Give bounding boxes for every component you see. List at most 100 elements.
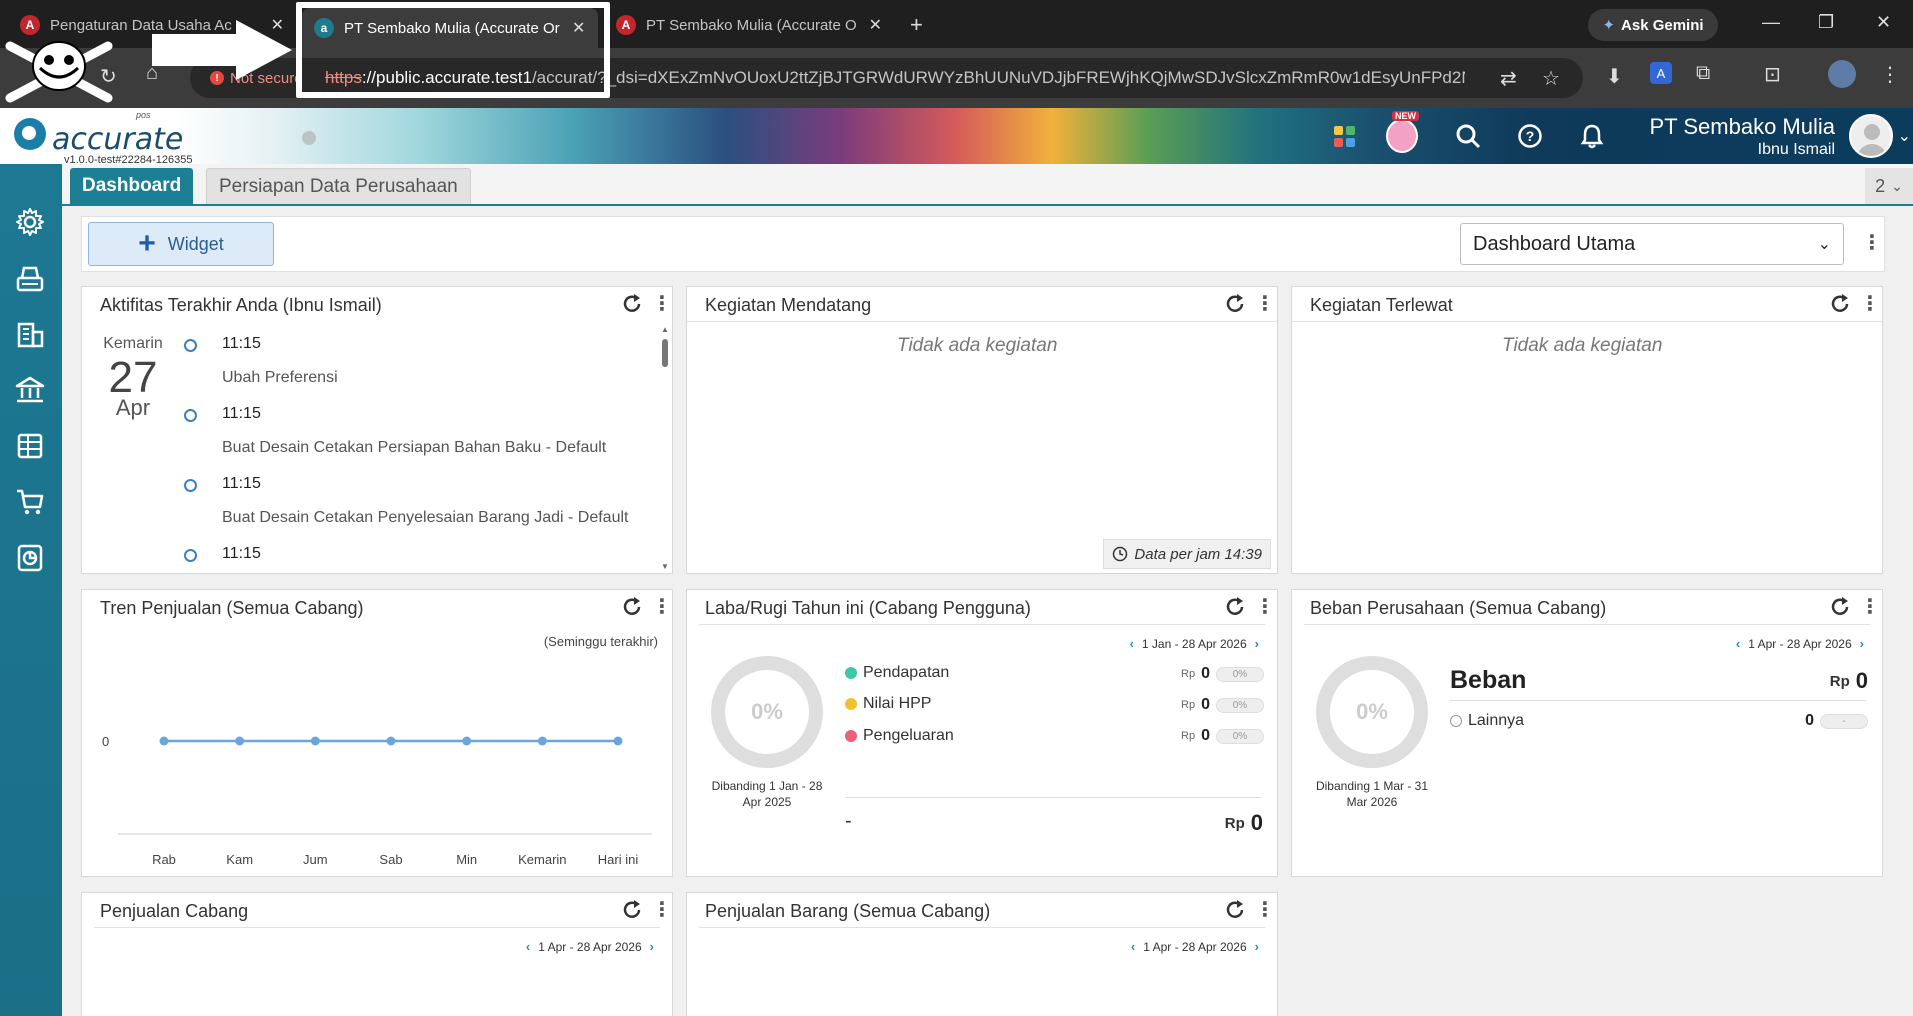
branch-sales-widget: Penjualan Cabang ⋮ ‹ 1 Apr - 28 Apr 2026… [81,892,673,1016]
sales-trend-chart: 0 Rab Kam Jum Sab Min Kemarin Hari ini [102,734,652,867]
refresh-icon[interactable] [1829,596,1851,618]
scroll-up-icon[interactable]: ▲ [661,325,669,334]
widget-menu-icon[interactable]: ⋮ [1255,897,1275,922]
legend-label: Pendapatan [863,664,950,681]
company-info[interactable]: PT Sembako Mulia Ibnu Ismail [1650,114,1835,159]
logo-mark-icon [14,118,46,150]
legend-lainnya: Lainnya [1450,712,1524,730]
restore-icon[interactable]: ❐ [1818,12,1834,33]
new-tab-button[interactable]: + [910,12,923,38]
ask-gemini-button[interactable]: ✦ Ask Gemini [1588,9,1718,41]
timeline-dot [184,549,197,562]
date-range: 1 Jan - 28 Apr 2026 [1141,636,1247,651]
company-name: PT Sembako Mulia [1649,114,1835,139]
browser-menu-icon[interactable]: ⋮ [1880,62,1900,87]
refresh-icon[interactable] [1224,596,1246,618]
x-tick-label: Hari ini [598,852,639,867]
add-widget-button[interactable]: + Widget [88,222,274,266]
bookmark-star-icon[interactable]: ☆ [1542,66,1560,91]
scroll-down-icon[interactable]: ▼ [661,562,669,571]
bank-icon[interactable] [12,372,48,408]
widget-menu-icon[interactable]: ⋮ [1255,291,1275,316]
widget-menu-icon[interactable]: ⋮ [1860,594,1880,619]
expenses-donut: 0% [1316,656,1428,768]
data-point [386,736,396,746]
x-tick-label: Jum [303,852,328,867]
profile-avatar[interactable] [1828,60,1856,88]
scroll-thumb[interactable] [662,339,668,367]
skull-crossbones-icon [5,41,113,103]
date-range-nav: ‹ 1 Jan - 28 Apr 2026 › [1130,636,1259,651]
tab-dashboard[interactable]: Dashboard [70,168,194,204]
tab-persiapan-data-perusahaan[interactable]: Persiapan Data Perusahaan [206,168,471,204]
widget-title: Laba/Rugi Tahun ini (Cabang Pengguna) [705,598,1031,618]
inventory-icon[interactable] [12,428,48,464]
chevron-right-icon[interactable]: › [1255,939,1259,954]
widget-menu-icon[interactable]: ⋮ [652,291,672,316]
chevron-left-icon[interactable]: ‹ [1131,939,1135,954]
activity-time: 11:15 [222,335,261,352]
chevron-right-icon[interactable]: › [1860,636,1864,651]
data-timestamp: Data per jam 14:39 [1103,539,1271,569]
divider [687,321,1277,322]
close-tab-icon[interactable]: ✕ [869,15,882,35]
date-range: 1 Apr - 28 Apr 2026 [1143,939,1247,954]
percentage-pill: 0% [1215,666,1264,682]
chevron-right-icon[interactable]: › [650,939,654,954]
currency-label: Rp [1181,699,1196,711]
data-point [235,736,245,746]
apps-icon[interactable] [1328,120,1360,152]
chevron-down-icon[interactable]: ⌄ [1898,126,1911,146]
widget-menu-icon[interactable]: ⋮ [652,897,672,922]
chevron-right-icon[interactable]: › [1255,636,1259,651]
value-amount: 0 [1201,727,1210,744]
browser-tab-3[interactable]: A PT Sembako Mulia (Accurate O ✕ [604,8,894,42]
minimize-icon[interactable]: — [1762,12,1780,33]
help-icon[interactable]: ? [1514,120,1546,152]
day-month: Apr [115,395,151,420]
chevron-left-icon[interactable]: ‹ [1130,636,1134,651]
refresh-icon[interactable] [621,899,643,921]
download-icon[interactable]: ⬇ [1606,64,1623,89]
data-timestamp-text: Data per jam 14:39 [1134,545,1262,563]
whats-new-button[interactable]: NEW [1386,111,1419,153]
new-badge: NEW [1392,111,1419,121]
divider [94,927,660,928]
profit-loss-donut: 0% [711,656,823,768]
extensions-icon[interactable]: ⧉ [1696,62,1710,85]
chevron-left-icon[interactable]: ‹ [526,939,530,954]
dashboard-select-value: Dashboard Utama [1473,232,1636,255]
report-chart-icon[interactable] [12,540,48,576]
shopping-cart-icon[interactable] [12,484,48,520]
activity-widget: Aktifitas Terakhir Anda (Ibnu Ismail) ⋮ … [81,286,673,574]
widget-title: Beban Perusahaan (Semua Cabang) [1310,598,1607,618]
item-sales-widget: Penjualan Barang (Semua Cabang) ⋮ ‹ 1 Ap… [686,892,1278,1016]
cash-register-icon[interactable] [12,260,48,296]
refresh-icon[interactable] [1224,293,1246,315]
widget-menu-icon[interactable]: ⋮ [1255,594,1275,619]
divider [1304,624,1870,625]
tab-search-icon[interactable]: ⊡ [1764,62,1781,87]
open-tabs-counter[interactable]: 2 ⌄ [1865,168,1913,204]
refresh-icon[interactable] [1224,899,1246,921]
open-tabs-count: 2 [1875,175,1886,196]
chevron-left-icon[interactable]: ‹ [1736,636,1740,651]
refresh-icon[interactable] [621,293,643,315]
translate-extension-icon[interactable]: A [1650,62,1672,84]
translate-icon[interactable]: ⇄ [1500,66,1517,91]
activity-scrollbar[interactable]: ▲ ▼ [660,325,670,571]
user-avatar[interactable] [1849,114,1893,158]
notification-bell-icon[interactable] [1576,120,1608,152]
date-range: 1 Apr - 28 Apr 2026 [538,939,642,954]
widget-menu-icon[interactable]: ⋮ [1860,291,1880,316]
search-icon[interactable] [1452,120,1484,152]
settings-gear-icon[interactable] [12,204,48,240]
value-amount: 0 [1201,696,1210,713]
empty-state-text: Tidak ada kegiatan [1502,335,1663,356]
close-window-icon[interactable]: ✕ [1876,12,1891,33]
sales-trend-widget: Tren Penjualan (Semua Cabang) ⋮ (Semingg… [81,589,673,877]
dashboard-menu-icon[interactable]: ⋮ [1862,233,1882,253]
dashboard-select[interactable]: Dashboard Utama ⌄ [1460,223,1844,265]
refresh-icon[interactable] [1829,293,1851,315]
building-icon[interactable] [12,316,48,352]
